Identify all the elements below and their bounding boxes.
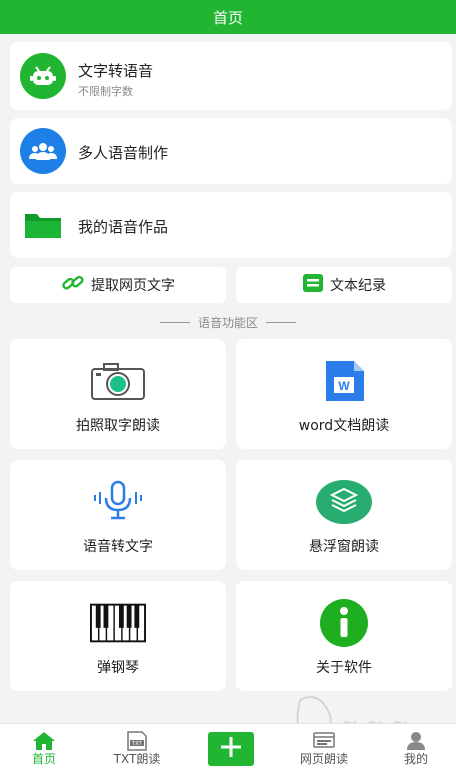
- link-icon: [61, 273, 85, 297]
- tile-label: 弹钢琴: [97, 660, 139, 676]
- text-record-label: 文本纪录: [330, 278, 386, 294]
- extract-web-text-button[interactable]: 提取网页文字: [10, 267, 226, 303]
- tile-label: 拍照取字朗读: [76, 418, 160, 434]
- my-voice-works-card[interactable]: 我的语音作品: [10, 192, 452, 258]
- tab-label: 网页朗读: [299, 752, 348, 766]
- group-people-icon: [20, 128, 66, 174]
- photo-ocr-read-tile[interactable]: 拍照取字朗读: [10, 339, 226, 449]
- user-icon: [404, 730, 428, 752]
- camera-icon: [90, 357, 146, 405]
- plus-icon: [220, 736, 242, 762]
- tab-home[interactable]: 首页: [4, 724, 84, 769]
- txt-file-icon: TXT: [125, 730, 149, 752]
- section-title: 语音功能区: [197, 315, 258, 330]
- layers-icon: [316, 478, 372, 526]
- section-divider: 语音功能区: [0, 313, 456, 331]
- svg-text:W: W: [338, 379, 350, 393]
- android-robot-icon: [20, 53, 66, 99]
- piano-icon: [90, 599, 146, 647]
- tab-mine[interactable]: 我的: [376, 724, 456, 769]
- svg-text:TXT: TXT: [131, 741, 142, 747]
- divider-line: [266, 321, 296, 323]
- multi-voice-card[interactable]: 多人语音制作: [10, 118, 452, 184]
- word-document-icon: W: [316, 357, 372, 405]
- tab-label: 首页: [31, 752, 56, 766]
- web-page-icon: [312, 730, 336, 752]
- folder-icon: [20, 202, 66, 248]
- tile-label: 语音转文字: [83, 539, 153, 555]
- tab-label: TXT朗读: [113, 752, 161, 766]
- tab-label: 我的: [403, 752, 428, 766]
- tile-label: 悬浮窗朗读: [309, 539, 379, 555]
- card-title: 多人语音制作: [78, 144, 169, 162]
- microphone-icon: [90, 478, 146, 526]
- text-record-icon: [302, 273, 324, 297]
- text-record-button[interactable]: 文本纪录: [236, 267, 452, 303]
- divider-line: [159, 321, 190, 323]
- top-bar: 首页: [0, 0, 456, 34]
- card-title: 我的语音作品: [78, 218, 169, 236]
- info-icon: [316, 599, 372, 647]
- word-doc-read-tile[interactable]: W word文档朗读: [236, 339, 452, 449]
- text-to-speech-card[interactable]: 文字转语音 不限制字数: [10, 42, 452, 110]
- about-software-tile[interactable]: 关于软件: [236, 581, 452, 691]
- add-button[interactable]: [208, 732, 254, 766]
- speech-to-text-tile[interactable]: 语音转文字: [10, 460, 226, 570]
- card-title: 文字转语音: [78, 62, 154, 80]
- tab-web-read[interactable]: 网页朗读: [284, 724, 364, 769]
- extract-web-text-label: 提取网页文字: [91, 278, 175, 294]
- bottom-nav: 首页 TXT TXT朗读 网页朗读 我的: [0, 723, 456, 769]
- tile-label: 关于软件: [316, 660, 372, 676]
- tab-txt-read[interactable]: TXT TXT朗读: [97, 724, 177, 769]
- home-icon: [32, 730, 56, 752]
- piano-tile[interactable]: 弹钢琴: [10, 581, 226, 691]
- floating-window-read-tile[interactable]: 悬浮窗朗读: [236, 460, 452, 570]
- card-subtitle: 不限制字数: [78, 85, 133, 98]
- tile-label: word文档朗读: [298, 418, 390, 434]
- page-title: 首页: [212, 8, 243, 27]
